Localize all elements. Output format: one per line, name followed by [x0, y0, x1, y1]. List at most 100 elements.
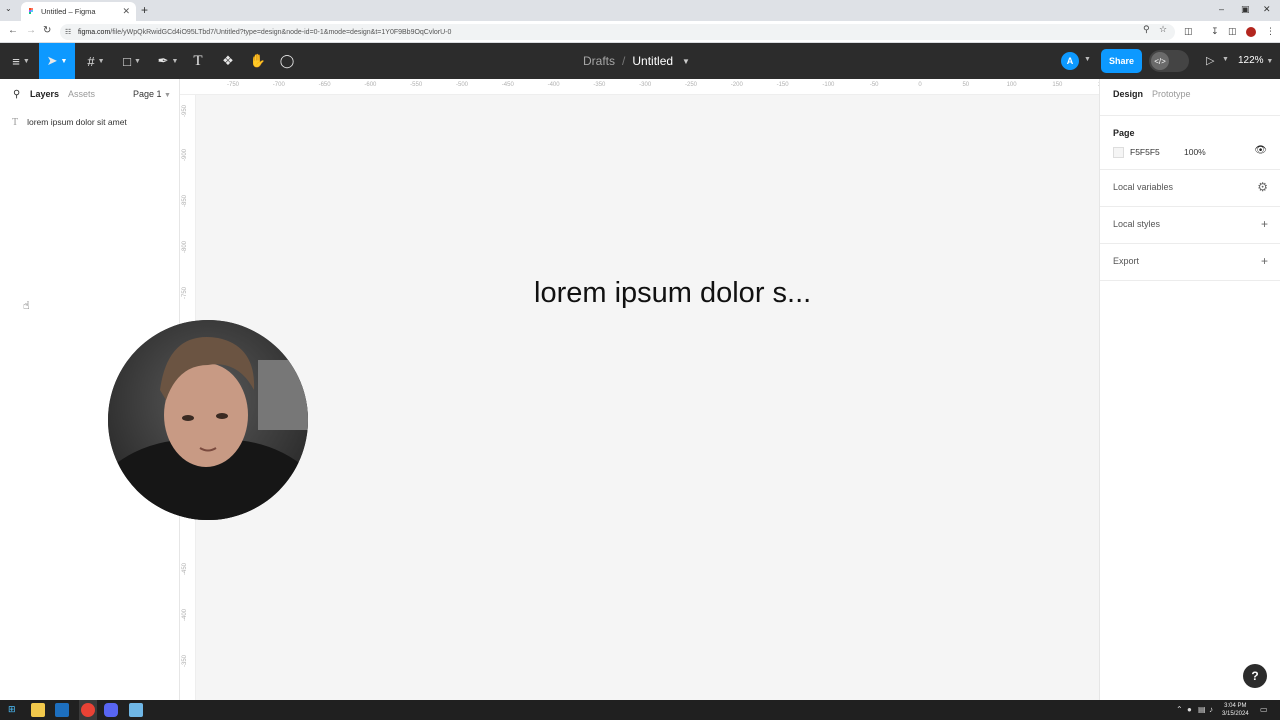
- text-tool-button[interactable]: T: [188, 43, 208, 79]
- tab-design[interactable]: Design: [1113, 89, 1143, 99]
- page-name: Page 1: [133, 89, 162, 99]
- zoom-level: 122%: [1238, 55, 1264, 66]
- breadcrumb-drafts-link[interactable]: Drafts: [583, 54, 615, 68]
- dev-mode-toggle[interactable]: </>: [1149, 50, 1189, 72]
- properties-panel: Design Prototype Page F5F5F5 100% 👁 Loca…: [1099, 79, 1280, 700]
- add-export-plus-icon[interactable]: +: [1261, 254, 1268, 268]
- chevron-down-icon[interactable]: ▼: [682, 57, 690, 66]
- ruler-tick-label: -950: [182, 104, 188, 117]
- cursor-arrow-icon: ➤: [46, 53, 58, 68]
- back-icon[interactable]: ←: [8, 25, 18, 36]
- ruler-tick-label: -650: [318, 82, 331, 88]
- window-close-icon[interactable]: ✕: [1263, 4, 1271, 15]
- chevron-down-icon: ▼: [171, 57, 179, 65]
- file-explorer-icon[interactable]: [31, 703, 45, 717]
- zoom-lens-icon[interactable]: ⚲: [1143, 24, 1150, 35]
- tab-layers[interactable]: Layers: [30, 89, 59, 99]
- clock-time: 3:04 PM: [1224, 703, 1247, 709]
- windows-start-icon[interactable]: ⊞: [8, 704, 16, 715]
- ruler-tick-label: -50: [869, 82, 879, 88]
- page-color-swatch[interactable]: [1113, 147, 1124, 158]
- zoom-level-dropdown[interactable]: 122% ▼: [1238, 55, 1273, 66]
- site-info-icon[interactable]: ☷: [65, 28, 71, 36]
- microphone-icon[interactable]: ●: [1187, 705, 1192, 714]
- tab-close-icon[interactable]: ✕: [122, 6, 130, 17]
- new-tab-button[interactable]: +: [141, 3, 148, 17]
- ruler-tick-label: -750: [182, 286, 188, 299]
- page-heading: Page: [1113, 128, 1135, 138]
- notifications-icon[interactable]: ▭: [1260, 705, 1268, 714]
- chrome-icon[interactable]: [81, 703, 95, 717]
- local-variables-section[interactable]: Local variables ⚙: [1100, 170, 1280, 207]
- forward-icon[interactable]: →: [26, 25, 36, 36]
- reload-icon[interactable]: ↻: [43, 25, 51, 36]
- side-panel-icon[interactable]: ◫: [1228, 26, 1237, 37]
- tab-prototype[interactable]: Prototype: [1152, 89, 1191, 99]
- search-icon[interactable]: ⚲: [13, 89, 20, 100]
- system-clock[interactable]: 3:04 PM 3/15/2024: [1222, 702, 1249, 718]
- tab-search-chevron-icon[interactable]: ⌄: [5, 4, 12, 13]
- page-color-hex[interactable]: F5F5F5: [1130, 147, 1160, 157]
- page-color-opacity[interactable]: 100%: [1184, 147, 1206, 157]
- url-field[interactable]: ☷ figma.com /file/yWpQkRwidGCd4iO95LTbd7…: [60, 24, 1175, 40]
- comment-tool-button[interactable]: ◯: [277, 43, 297, 79]
- ruler-tick-label: 0: [918, 82, 922, 88]
- shape-tool-button[interactable]: □ ▼: [116, 43, 148, 79]
- export-label: Export: [1113, 256, 1140, 266]
- chevron-down-icon: ▼: [1266, 58, 1274, 65]
- browser-menu-icon[interactable]: ⋮: [1266, 26, 1275, 37]
- ruler-tick-label: -800: [182, 240, 188, 253]
- notepad-icon[interactable]: [129, 703, 143, 717]
- mouse-cursor-icon: ☝: [23, 300, 30, 312]
- present-play-icon[interactable]: ▷: [1206, 54, 1214, 67]
- minimize-icon[interactable]: –: [1219, 4, 1224, 14]
- add-style-plus-icon[interactable]: +: [1261, 217, 1268, 231]
- file-title[interactable]: Untitled: [632, 54, 673, 68]
- design-canvas[interactable]: [196, 95, 1099, 700]
- local-styles-label: Local styles: [1113, 219, 1161, 229]
- tab-title: Untitled – Figma: [41, 7, 96, 16]
- breadcrumb: Drafts / Untitled ▼: [583, 54, 690, 68]
- export-section[interactable]: Export +: [1100, 244, 1280, 281]
- volume-icon[interactable]: ♪: [1209, 705, 1213, 714]
- variables-sliders-icon[interactable]: ⚙: [1257, 180, 1268, 194]
- windows-taskbar: ⊞ ⌃ ● ▤ ♪ 3:04 PM 3/15/2024 ▭: [0, 700, 1280, 720]
- chevron-down-icon[interactable]: ▼: [1222, 56, 1229, 63]
- resources-tool-button[interactable]: ❖: [218, 43, 238, 79]
- hand-tool-button[interactable]: ✋: [247, 43, 269, 79]
- chevron-down-icon: ▼: [164, 92, 171, 99]
- layer-row[interactable]: T lorem ipsum dolor sit amet: [0, 113, 179, 131]
- bookmark-star-icon[interactable]: ☆: [1159, 24, 1167, 35]
- local-variables-label: Local variables: [1113, 182, 1174, 192]
- main-menu-button[interactable]: ≡ ▼: [4, 43, 38, 79]
- ruler-tick-label: -900: [182, 148, 188, 161]
- page-selector[interactable]: Page 1 ▼: [133, 89, 171, 99]
- outlook-icon[interactable]: [55, 703, 69, 717]
- presenter-video-image: [108, 320, 308, 520]
- tray-chevron-up-icon[interactable]: ⌃: [1176, 705, 1183, 714]
- browser-tab-figma[interactable]: Untitled – Figma ✕: [21, 2, 136, 21]
- figma-menu-icon: ≡: [12, 53, 20, 69]
- tab-assets[interactable]: Assets: [68, 89, 95, 99]
- help-button[interactable]: ?: [1243, 664, 1267, 688]
- ruler-tick-label: 100: [1006, 82, 1017, 88]
- download-icon[interactable]: ↧: [1211, 26, 1219, 37]
- recording-profile-icon[interactable]: [1246, 27, 1256, 37]
- network-icon[interactable]: ▤: [1198, 705, 1206, 714]
- pen-tool-button[interactable]: ✒ ▼: [152, 43, 184, 79]
- eye-visibility-icon[interactable]: 👁: [1254, 145, 1267, 156]
- canvas-text-layer[interactable]: lorem ipsum dolor s...: [534, 277, 811, 310]
- discord-icon[interactable]: [104, 703, 118, 717]
- extensions-icon[interactable]: ◫: [1184, 26, 1193, 37]
- move-tool-button[interactable]: ➤ ▼: [39, 43, 75, 79]
- restore-icon[interactable]: ▣: [1241, 4, 1250, 15]
- layer-name: lorem ipsum dolor sit amet: [27, 117, 127, 127]
- ruler-tick-label: -100: [822, 82, 835, 88]
- chevron-down-icon[interactable]: ▼: [1084, 56, 1091, 63]
- local-styles-section[interactable]: Local styles +: [1100, 207, 1280, 244]
- frame-tool-button[interactable]: # ▼: [80, 43, 112, 79]
- browser-tab-strip: ⌄ Untitled – Figma ✕ + – ▣ ✕: [0, 0, 1280, 21]
- avatar[interactable]: A: [1061, 52, 1079, 70]
- share-button[interactable]: Share: [1101, 49, 1142, 73]
- ruler-tick-label: -700: [272, 82, 285, 88]
